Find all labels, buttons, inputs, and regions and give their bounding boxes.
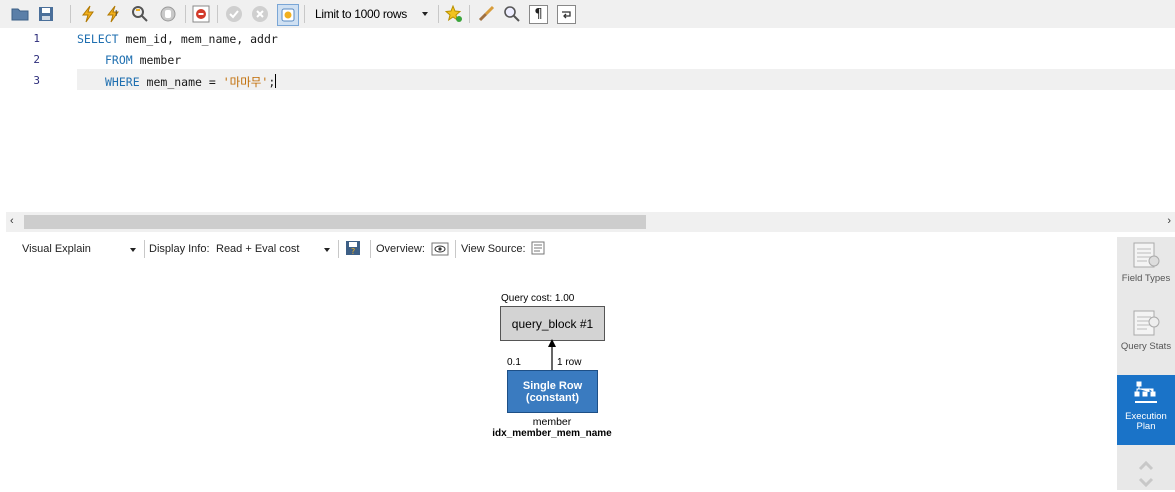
cost-label: 0.1 bbox=[507, 357, 521, 368]
sql-text: ; bbox=[268, 75, 276, 89]
query-block-label: query_block #1 bbox=[511, 316, 594, 331]
wrap-icon[interactable] bbox=[557, 5, 576, 24]
node-type-label: Single Row bbox=[522, 379, 583, 392]
query-stats-icon bbox=[1133, 310, 1160, 336]
invisible-chars-icon[interactable]: ¶ bbox=[529, 5, 548, 24]
display-info-select[interactable]: Read + Eval cost bbox=[216, 243, 299, 255]
chevron-down-icon[interactable] bbox=[130, 248, 136, 252]
limit-rows-select[interactable]: Limit to 1000 rows bbox=[310, 4, 436, 24]
sql-text: member bbox=[132, 53, 182, 67]
display-info-label: Display Info: bbox=[149, 243, 210, 255]
rows-label: 1 row bbox=[557, 357, 582, 368]
query-block-node[interactable]: query_block #1 bbox=[500, 306, 605, 341]
chevron-up-down-icon bbox=[1138, 460, 1154, 488]
chevron-right-icon[interactable]: › bbox=[1167, 215, 1171, 227]
explain-mode-select[interactable]: Visual Explain bbox=[22, 243, 91, 255]
text-caret bbox=[275, 74, 277, 88]
field-types-tab[interactable]: Field Types bbox=[1117, 241, 1175, 301]
sql-text: mem_name = bbox=[139, 75, 223, 89]
svg-text:?: ? bbox=[351, 247, 355, 256]
line-number: 3 bbox=[33, 74, 40, 87]
query-cost-label: Query cost: 1.00 bbox=[501, 293, 575, 304]
field-types-icon bbox=[1133, 242, 1160, 268]
execution-plan-icon bbox=[1134, 381, 1157, 403]
toggle-error-icon[interactable] bbox=[191, 4, 211, 24]
svg-text:I: I bbox=[115, 9, 117, 18]
single-row-node[interactable]: Single Row (constant) bbox=[507, 370, 598, 413]
beautify-star-icon[interactable] bbox=[444, 4, 464, 24]
limit-rows-value: Limit to 1000 rows bbox=[315, 7, 407, 21]
chevron-down-icon bbox=[422, 12, 428, 16]
eye-icon[interactable] bbox=[431, 241, 449, 260]
sql-editor[interactable]: 1 2 3 SELECT mem_id, mem_name, addr FROM… bbox=[6, 28, 1175, 212]
line-number: 1 bbox=[33, 32, 40, 45]
horizontal-scrollbar[interactable]: ‹ › bbox=[6, 212, 1175, 232]
query-stats-tab[interactable]: Query Stats bbox=[1117, 309, 1175, 369]
explain-icon[interactable] bbox=[130, 4, 150, 24]
explain-toolbar: Visual Explain Display Info: Read + Eval… bbox=[6, 237, 1116, 261]
node-access-label: (constant) bbox=[525, 391, 580, 404]
sql-keyword: FROM bbox=[105, 53, 133, 67]
sql-text: mem_id, mem_name, addr bbox=[118, 32, 278, 46]
scrollbar-thumb[interactable] bbox=[24, 215, 646, 229]
view-source-label: View Source: bbox=[461, 243, 526, 255]
open-folder-icon[interactable] bbox=[10, 4, 30, 24]
execution-plan-tab[interactable]: Execution Plan bbox=[1117, 375, 1175, 445]
chevron-down-icon[interactable] bbox=[324, 248, 330, 252]
brush-icon[interactable] bbox=[476, 4, 496, 24]
save-icon[interactable] bbox=[36, 4, 56, 24]
result-sidebar: Field Types Query Stats Execution Plan bbox=[1117, 237, 1175, 490]
code-line-1: SELECT mem_id, mem_name, addr bbox=[77, 32, 278, 46]
chevron-left-icon[interactable]: ‹ bbox=[10, 215, 14, 227]
query-toolbar: I Limit to 1000 rows ¶ bbox=[0, 0, 1175, 28]
sql-keyword: WHERE bbox=[105, 75, 140, 89]
rollback-icon[interactable] bbox=[250, 4, 270, 24]
stop-icon[interactable] bbox=[158, 4, 178, 24]
execution-plan-label: Execution Plan bbox=[1125, 411, 1167, 432]
field-types-label: Field Types bbox=[1121, 273, 1171, 284]
table-name-label: member bbox=[532, 416, 572, 428]
document-icon[interactable] bbox=[531, 241, 545, 258]
index-name-label: idx_member_mem_name bbox=[492, 428, 612, 439]
autocommit-icon[interactable] bbox=[277, 4, 299, 26]
overview-label: Overview: bbox=[376, 243, 425, 255]
code-line-3: WHERE mem_name = '마마무'; bbox=[105, 74, 277, 90]
visual-explain-canvas: Query cost: 1.00 query_block #1 0.1 1 ro… bbox=[6, 262, 1116, 490]
code-line-2: FROM member bbox=[105, 53, 181, 67]
commit-icon[interactable] bbox=[224, 4, 244, 24]
query-stats-label: Query Stats bbox=[1120, 341, 1172, 352]
find-icon[interactable] bbox=[502, 4, 522, 24]
sidebar-scroll[interactable] bbox=[1117, 459, 1175, 489]
execute-icon[interactable] bbox=[78, 4, 98, 24]
sql-string: '마마무' bbox=[222, 75, 269, 89]
save-plan-icon[interactable]: ? bbox=[345, 240, 361, 259]
line-number: 2 bbox=[33, 53, 40, 66]
execute-current-icon[interactable]: I bbox=[104, 4, 124, 24]
sql-keyword: SELECT bbox=[77, 32, 119, 46]
